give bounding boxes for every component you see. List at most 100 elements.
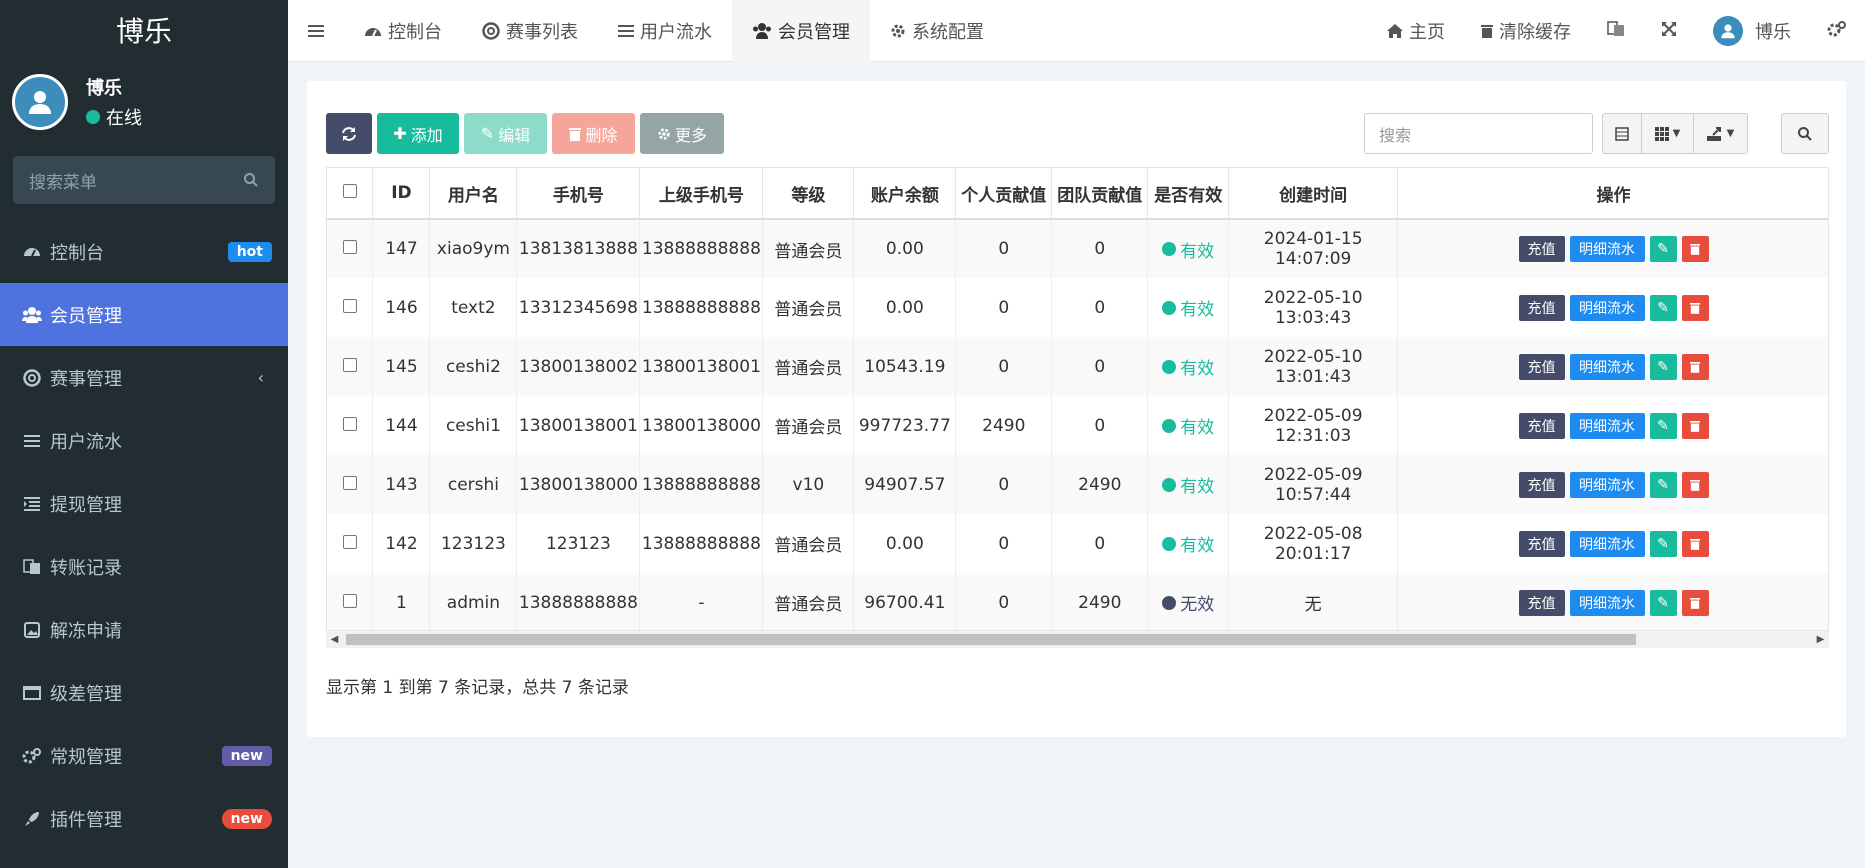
row-checkbox[interactable] (342, 240, 357, 254)
column-header[interactable]: ID (372, 168, 431, 220)
cell-actions: 充值 明细流水 ✎ (1397, 396, 1828, 455)
flow-detail-button[interactable]: 明细流水 (1569, 353, 1645, 380)
scroll-left-icon[interactable]: ◀ (326, 631, 343, 648)
delete-row-button[interactable] (1681, 589, 1709, 616)
clear-cache-button[interactable]: 清除缓存 (1463, 0, 1589, 62)
edit-row-button[interactable]: ✎ (1649, 236, 1677, 262)
column-header[interactable]: 手机号 (516, 168, 641, 220)
user-menu[interactable]: 博乐 (1695, 0, 1809, 62)
column-header[interactable]: 是否有效 (1147, 168, 1230, 220)
home-link[interactable]: 主页 (1369, 0, 1463, 62)
table-search-input[interactable]: 搜索 (1364, 113, 1593, 154)
refresh-button[interactable] (326, 113, 372, 154)
translate-button[interactable] (1589, 0, 1643, 62)
delete-row-button[interactable] (1681, 236, 1709, 262)
tab-flow[interactable]: 用户流水 (598, 0, 732, 62)
column-header[interactable]: 创建时间 (1228, 168, 1399, 220)
flow-detail-button[interactable]: 明细流水 (1569, 412, 1645, 439)
scrollbar-thumb[interactable] (346, 634, 1636, 645)
row-select-cell[interactable] (327, 396, 374, 455)
user-name: 博乐 (1755, 22, 1791, 43)
row-select-cell[interactable] (327, 455, 374, 514)
toggle-view-button[interactable] (1603, 114, 1642, 153)
charge-button[interactable]: 充值 (1518, 294, 1565, 321)
charge-button[interactable]: 充值 (1518, 412, 1565, 439)
tab-events[interactable]: 赛事列表 (462, 0, 598, 62)
delete-button[interactable]: 删除 (552, 113, 635, 154)
edit-row-button[interactable]: ✎ (1649, 471, 1677, 498)
sidebar-item-tier[interactable]: 级差管理 (0, 661, 288, 724)
scroll-right-icon[interactable]: ▶ (1812, 631, 1829, 648)
sidebar-item-unfreeze[interactable]: 解冻申请 (0, 598, 288, 661)
row-checkbox[interactable] (342, 534, 357, 549)
add-button[interactable]: ✚ 添加 (377, 113, 459, 154)
tab-settings[interactable]: 系统配置 (870, 0, 1004, 62)
column-header[interactable]: 用户名 (429, 168, 518, 220)
horizontal-scrollbar[interactable]: ◀ ▶ (326, 631, 1829, 648)
fullscreen-button[interactable] (1643, 0, 1695, 62)
edit-button[interactable]: ✎ 编辑 (464, 113, 547, 154)
select-all-checkbox[interactable] (342, 184, 357, 198)
row-select-cell[interactable] (327, 219, 374, 278)
sidebar-toggle-button[interactable] (288, 0, 344, 62)
more-button[interactable]: 更多 (640, 113, 724, 154)
delete-row-button[interactable] (1681, 294, 1709, 321)
sidebar-item-members[interactable]: 会员管理 (0, 283, 288, 346)
flow-detail-button[interactable]: 明细流水 (1569, 471, 1645, 498)
sidebar-item-withdraw[interactable]: 提现管理 (0, 472, 288, 535)
sidebar-item-events[interactable]: 赛事管理 ‹ (0, 346, 288, 409)
row-select-cell[interactable] (327, 278, 374, 337)
row-checkbox[interactable] (342, 357, 357, 372)
flow-detail-button[interactable]: 明细流水 (1569, 236, 1645, 262)
edit-row-button[interactable]: ✎ (1649, 294, 1677, 321)
delete-row-button[interactable] (1681, 353, 1709, 380)
row-checkbox[interactable] (342, 298, 357, 313)
trash-icon (1690, 361, 1701, 373)
flow-detail-button[interactable]: 明细流水 (1569, 530, 1645, 557)
edit-row-button[interactable]: ✎ (1649, 412, 1677, 439)
column-header[interactable]: 等级 (762, 168, 855, 220)
menu-search-input[interactable]: 搜索菜单 (13, 156, 275, 204)
settings-button[interactable] (1809, 0, 1865, 62)
sidebar-item-flow[interactable]: 用户流水 (0, 409, 288, 472)
cell-phone: 13888888888 (516, 573, 641, 630)
sidebar-item-transfer[interactable]: 转账记录 (0, 535, 288, 598)
flow-detail-button[interactable]: 明细流水 (1569, 294, 1645, 321)
columns-button[interactable]: ▼ (1642, 114, 1694, 153)
delete-row-button[interactable] (1681, 412, 1709, 439)
export-button[interactable]: ▼ (1694, 114, 1747, 153)
tab-dashboard[interactable]: 控制台 (344, 0, 462, 62)
cell-balance: 96700.41 (853, 573, 957, 630)
sidebar-item-dashboard[interactable]: 控制台 hot (0, 220, 288, 283)
delete-row-button[interactable] (1681, 530, 1709, 557)
column-header[interactable]: 团队贡献值 (1051, 168, 1149, 220)
select-all-cell[interactable] (327, 168, 374, 220)
delete-row-button[interactable] (1681, 471, 1709, 498)
row-checkbox[interactable] (342, 593, 357, 608)
charge-button[interactable]: 充值 (1518, 353, 1565, 380)
sidebar-item-label: 用户流水 (50, 431, 122, 453)
column-header[interactable]: 账户余额 (853, 168, 957, 220)
flow-detail-button[interactable]: 明细流水 (1569, 589, 1645, 616)
logo[interactable]: 博乐 (0, 0, 288, 60)
row-checkbox[interactable] (342, 416, 357, 431)
trash-icon (1690, 420, 1701, 432)
edit-row-button[interactable]: ✎ (1649, 353, 1677, 380)
edit-row-button[interactable]: ✎ (1649, 589, 1677, 616)
charge-button[interactable]: 充值 (1518, 236, 1565, 262)
column-header[interactable]: 个人贡献值 (955, 168, 1053, 220)
edit-row-button[interactable]: ✎ (1649, 530, 1677, 557)
sidebar-item-plugins[interactable]: 插件管理 new (0, 787, 288, 850)
column-header[interactable]: 上级手机号 (639, 168, 764, 220)
sidebar-item-general[interactable]: 常规管理 new (0, 724, 288, 787)
charge-button[interactable]: 充值 (1518, 589, 1565, 616)
tab-members[interactable]: 会员管理 (732, 0, 870, 62)
charge-button[interactable]: 充值 (1518, 530, 1565, 557)
cell-status: 有效 (1147, 337, 1230, 396)
row-checkbox[interactable] (342, 475, 357, 490)
charge-button[interactable]: 充值 (1518, 471, 1565, 498)
row-select-cell[interactable] (327, 514, 374, 573)
row-select-cell[interactable] (327, 337, 374, 396)
search-button[interactable] (1781, 113, 1829, 154)
row-select-cell[interactable] (327, 573, 374, 630)
